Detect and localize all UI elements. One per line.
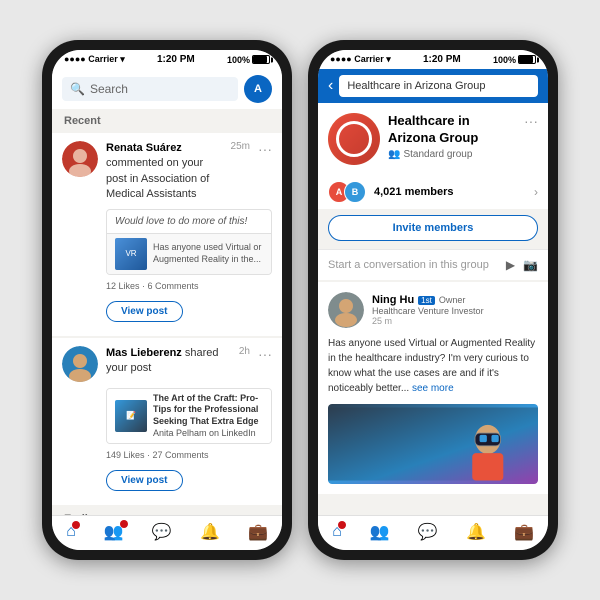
nav-messaging-1[interactable]: 💬 [152,522,172,542]
network-icon-2: 👥 [370,522,390,542]
carrier-2: ●●●● Carrier ▾ [330,54,391,65]
phone-2: ●●●● Carrier ▾ 1:20 PM 100% ‹ Healthcare… [308,40,558,560]
search-input-1[interactable]: 🔍 Search [62,77,238,101]
search-value-2: Healthcare in Arizona Group [347,80,485,92]
home-badge-2 [338,521,346,529]
post-body: Has anyone used Virtual or Augmented Rea… [328,336,538,396]
post-thumb-1: VR [115,238,147,270]
status-bar-1: ●●●● Carrier ▾ 1:20 PM 100% [52,50,282,69]
group-name: Healthcare in Arizona Group [388,113,516,147]
conv-icons: ▶ 📷 [506,258,538,272]
notification-2: Mas Lieberenz shared your post 2h ··· 📝 … [52,338,282,506]
post-thumb-2: 📝 [115,400,147,432]
post-preview-2: 📝 The Art of the Craft: Pro-Tips for the… [106,388,272,445]
group-type: 👥 Standard group [388,149,516,160]
avatar-initials-1: A [244,75,272,103]
user-avatar-1[interactable]: A [244,75,272,103]
battery-2: 100% [493,55,536,65]
carrier-1: ●●●● Carrier ▾ [64,54,125,65]
search-placeholder-1: Search [90,82,128,96]
invite-members-btn[interactable]: Invite members [328,215,538,241]
standard-group-icon: 👥 [388,149,400,160]
post-desc-1: Has anyone used Virtual or Augmented Rea… [153,242,263,265]
more-options-2[interactable]: ··· [258,346,272,362]
bottom-nav-2: ⌂ 👥 💬 🔔 💼 [318,515,548,550]
author-role-label: Owner [439,295,466,305]
notif-avatar-1 [62,141,98,177]
search-icon-1: 🔍 [70,82,85,96]
chevron-right-icon: › [534,185,538,199]
bottom-nav-1: ⌂ 👥 💬 🔔 💼 [52,515,282,550]
member-avatars: A B [328,181,366,203]
notif-avatar-2 [62,346,98,382]
bell-icon-2: 🔔 [466,522,486,542]
status-bar-2: ●●●● Carrier ▾ 1:20 PM 100% [318,50,548,69]
member-avatar-2: B [344,181,366,203]
post-image [328,404,538,484]
nav-messaging-2[interactable]: 💬 [418,522,438,542]
post-stats-2: 149 Likes · 27 Comments [106,450,272,464]
bell-icon-1: 🔔 [200,522,220,542]
notification-1: Renata Suárez commented on your post in … [52,133,282,336]
post-preview-1: Would love to do more of this! VR Has an… [106,209,272,275]
post-title-2: The Art of the Craft: Pro-Tips for the P… [153,393,263,428]
start-conv-placeholder: Start a conversation in this group [328,259,489,271]
group-header: Healthcare in Arizona Group 👥 Standard g… [318,103,548,175]
nav-network-2[interactable]: 👥 [370,522,390,542]
network-badge-1 [120,520,128,528]
notif-actor-1: Renata Suárez [106,142,182,154]
nav-notifications-1[interactable]: 🔔 [200,522,220,542]
home-badge-1 [72,521,80,529]
group-logo [328,113,380,165]
post-stats-1: 12 Likes · 6 Comments [106,281,272,295]
camera-icon[interactable]: 📷 [523,258,538,272]
more-options-group[interactable]: ··· [524,113,538,129]
post-sub-2: Anita Pelham on LinkedIn [153,428,263,440]
start-conversation[interactable]: Start a conversation in this group ▶ 📷 [318,249,548,280]
author-title: Healthcare Venture Investor [372,306,538,316]
section-recent: Recent [52,109,282,131]
notif-content-2: Mas Lieberenz shared your post [106,346,231,377]
post-quote-1: Would love to do more of this! [107,210,271,233]
view-post-btn-2[interactable]: View post [106,470,183,491]
notif-time-2: 2h [239,346,250,357]
search-input-2[interactable]: Healthcare in Arizona Group [339,75,538,97]
nav-jobs-1[interactable]: 💼 [248,522,268,542]
battery-icon-2 [518,55,536,64]
time-2: 1:20 PM [423,54,461,65]
more-options-1[interactable]: ··· [258,141,272,157]
video-icon[interactable]: ▶ [506,258,515,272]
phone-1: ●●●● Carrier ▾ 1:20 PM 100% 🔍 Search A [42,40,292,560]
messaging-icon-1: 💬 [152,522,172,542]
see-more-link[interactable]: see more [412,383,454,394]
post-time: 25 m [372,316,538,326]
feed-1: Recent Renata Suárez commented on yo [52,109,282,515]
post-author-name: Ning Hu [372,294,414,306]
members-row[interactable]: A B 4,021 members › [318,175,548,209]
nav-home-1[interactable]: ⌂ [66,523,76,541]
battery-1: 100% [227,55,270,65]
time-1: 1:20 PM [157,54,195,65]
view-post-btn-1[interactable]: View post [106,301,183,322]
section-earlier: Earlier [52,507,282,515]
nav-home-2[interactable]: ⌂ [332,523,342,541]
battery-icon-1 [252,55,270,64]
notif-time-1: 25m [231,141,250,152]
author-badge: 1st [418,296,435,305]
members-count: 4,021 members [374,186,454,198]
jobs-icon-2: 💼 [514,522,534,542]
notif-content-1: Renata Suárez commented on your post in … [106,141,223,203]
author-avatar [328,292,364,328]
messaging-icon-2: 💬 [418,522,438,542]
notif-actor-2: Mas Lieberenz [106,347,182,359]
nav-jobs-2[interactable]: 💼 [514,522,534,542]
group-post: Ning Hu 1st Owner Healthcare Venture Inv… [318,282,548,494]
nav-network-1[interactable]: 👥 [104,522,124,542]
jobs-icon-1: 💼 [248,522,268,542]
nav-notifications-2[interactable]: 🔔 [466,522,486,542]
search-bar-2: ‹ Healthcare in Arizona Group [318,69,548,103]
search-bar-1: 🔍 Search A [52,69,282,109]
back-button-2[interactable]: ‹ [328,77,333,95]
